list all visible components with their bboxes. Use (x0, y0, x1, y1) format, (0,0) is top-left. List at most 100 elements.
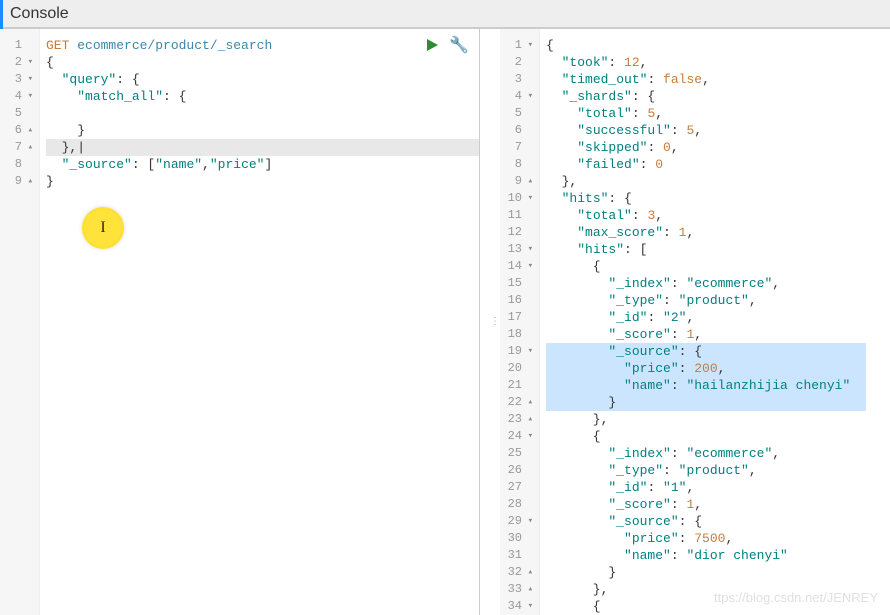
token-punct: , (202, 157, 210, 172)
response-line[interactable]: }, (546, 581, 890, 598)
token-punct: { (546, 429, 601, 444)
response-line[interactable]: { (546, 258, 890, 275)
pane-splitter[interactable]: ⋮ (490, 29, 500, 615)
fold-toggle-icon[interactable]: ▾ (25, 88, 33, 105)
fold-toggle-icon[interactable]: ▾ (525, 343, 533, 360)
response-line[interactable]: "timed_out": false, (546, 71, 890, 88)
response-line[interactable]: "_source": { (546, 343, 890, 360)
fold-toggle-icon[interactable]: ▴ (25, 173, 33, 190)
fold-toggle-icon[interactable]: ▾ (25, 54, 33, 71)
token-path: ecommerce/product/_search (77, 38, 272, 53)
fold-toggle-icon[interactable]: ▴ (525, 564, 533, 581)
response-line[interactable]: "_index": "ecommerce", (546, 275, 890, 292)
response-line[interactable]: "_type": "product", (546, 292, 890, 309)
response-line[interactable]: "price": 200, (546, 360, 890, 377)
response-line[interactable]: "hits": { (546, 190, 890, 207)
response-line[interactable]: "_shards": { (546, 88, 890, 105)
response-line[interactable]: } (546, 394, 890, 411)
line-number: 6 (506, 122, 533, 139)
response-line[interactable]: "_id": "2", (546, 309, 890, 326)
token-punct: : (671, 123, 687, 138)
response-line[interactable]: "total": 5, (546, 105, 890, 122)
request-line[interactable]: "match_all": { (46, 88, 479, 105)
fold-toggle-icon[interactable]: ▾ (25, 71, 33, 88)
response-code[interactable]: { "took": 12, "timed_out": false, "_shar… (540, 29, 890, 615)
request-line[interactable]: } (46, 122, 479, 139)
response-line[interactable]: "successful": 5, (546, 122, 890, 139)
console-header: Console (0, 0, 890, 28)
token-punct: : { (679, 344, 702, 359)
token-key: "_type" (608, 463, 663, 478)
response-line[interactable]: } (546, 564, 890, 581)
response-line[interactable]: { (546, 428, 890, 445)
token-punct: : (647, 140, 663, 155)
response-line[interactable]: "_score": 1, (546, 496, 890, 513)
fold-toggle-icon[interactable]: ▾ (525, 88, 533, 105)
fold-toggle-icon[interactable]: ▾ (525, 241, 533, 258)
response-editor[interactable]: 1▾234▾56789▴10▾111213▾14▾1516171819▾2021… (500, 29, 890, 615)
fold-toggle-icon[interactable]: ▾ (525, 598, 533, 615)
fold-toggle-icon[interactable]: ▴ (525, 394, 533, 411)
response-line[interactable]: "_type": "product", (546, 462, 890, 479)
line-number: 22▴ (506, 394, 533, 411)
token-string: "hailanzhijia chenyi" (686, 378, 850, 393)
token-key: "_id" (608, 310, 647, 325)
fold-toggle-icon[interactable]: ▴ (525, 411, 533, 428)
token-key: "_id" (608, 480, 647, 495)
token-punct: : { (116, 72, 139, 87)
request-editor[interactable]: 12▾3▾4▾56▴7▴89▴ GET ecommerce/product/_s… (0, 29, 479, 615)
response-line[interactable]: "_source": { (546, 513, 890, 530)
line-number: 1 (6, 37, 33, 54)
token-key: "successful" (577, 123, 671, 138)
response-line[interactable]: { (546, 598, 890, 615)
line-number: 14▾ (506, 258, 533, 275)
response-line[interactable]: "hits": [ (546, 241, 890, 258)
request-line[interactable]: GET ecommerce/product/_search (46, 37, 479, 54)
request-line[interactable]: } (46, 173, 479, 190)
response-line[interactable]: "skipped": 0, (546, 139, 890, 156)
token-punct: : (679, 531, 695, 546)
response-line[interactable]: "_id": "1", (546, 479, 890, 496)
response-line[interactable]: }, (546, 411, 890, 428)
fold-toggle-icon[interactable]: ▾ (525, 258, 533, 275)
token-bool: false (663, 72, 702, 87)
fold-toggle-icon[interactable]: ▾ (525, 190, 533, 207)
response-line[interactable]: "total": 3, (546, 207, 890, 224)
token-string: "product" (679, 293, 749, 308)
token-punct: : (647, 480, 663, 495)
request-code[interactable]: GET ecommerce/product/_search{ "query": … (40, 29, 479, 615)
line-number: 27 (506, 479, 533, 496)
request-line[interactable]: },| (46, 139, 479, 156)
line-number: 2 (506, 54, 533, 71)
request-line[interactable]: { (46, 54, 479, 71)
fold-toggle-icon[interactable]: ▾ (525, 37, 533, 54)
response-line[interactable]: { (546, 37, 890, 54)
request-line[interactable]: "_source": ["name","price"] (46, 156, 479, 173)
line-number: 1▾ (506, 37, 533, 54)
fold-toggle-icon[interactable]: ▴ (25, 122, 33, 139)
response-line[interactable]: "took": 12, (546, 54, 890, 71)
fold-toggle-icon[interactable]: ▾ (525, 428, 533, 445)
token-punct: : { (632, 89, 655, 104)
response-line[interactable]: "_score": 1, (546, 326, 890, 343)
token-punct: : { (679, 514, 702, 529)
request-line[interactable] (46, 105, 479, 122)
fold-toggle-icon[interactable]: ▴ (525, 173, 533, 190)
line-number: 8 (506, 156, 533, 173)
response-line[interactable]: "_index": "ecommerce", (546, 445, 890, 462)
token-punct: : (632, 106, 648, 121)
fold-toggle-icon[interactable]: ▴ (25, 139, 33, 156)
response-line[interactable]: "price": 7500, (546, 530, 890, 547)
response-line[interactable]: "name": "hailanzhijia chenyi" (546, 377, 890, 394)
response-line[interactable]: }, (546, 173, 890, 190)
line-number: 3▾ (6, 71, 33, 88)
response-line[interactable]: "max_score": 1, (546, 224, 890, 241)
request-line[interactable]: "query": { (46, 71, 479, 88)
response-line[interactable]: "failed": 0 (546, 156, 890, 173)
token-punct: , (749, 293, 757, 308)
token-punct: } (546, 395, 616, 410)
token-key: "_shards" (562, 89, 632, 104)
response-line[interactable]: "name": "dior chenyi" (546, 547, 890, 564)
fold-toggle-icon[interactable]: ▾ (525, 513, 533, 530)
fold-toggle-icon[interactable]: ▴ (525, 581, 533, 598)
